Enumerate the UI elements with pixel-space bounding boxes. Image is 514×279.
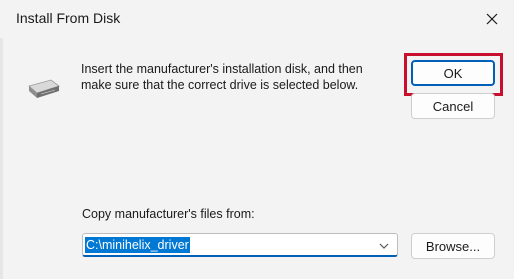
close-button[interactable] — [470, 0, 514, 38]
cancel-button[interactable]: Cancel — [411, 93, 495, 119]
install-from-disk-dialog: Install From Disk Insert the manufacture… — [0, 0, 514, 279]
dropdown-button[interactable] — [376, 238, 392, 254]
instructions-text: Insert the manufacturer's installation d… — [81, 62, 363, 92]
path-input-value[interactable]: C:\minihelix_driver — [85, 237, 190, 253]
browse-button[interactable]: Browse... — [411, 233, 495, 259]
chevron-down-icon — [379, 243, 389, 249]
disk-drive-icon — [28, 79, 60, 98]
ok-button[interactable]: OK — [411, 60, 495, 86]
window-title: Install From Disk — [16, 10, 121, 26]
left-edge — [0, 38, 3, 279]
copy-from-label: Copy manufacturer's files from: — [82, 207, 255, 221]
close-icon — [486, 13, 498, 25]
title-bar: Install From Disk — [0, 0, 514, 38]
path-combobox[interactable]: C:\minihelix_driver — [82, 233, 398, 257]
